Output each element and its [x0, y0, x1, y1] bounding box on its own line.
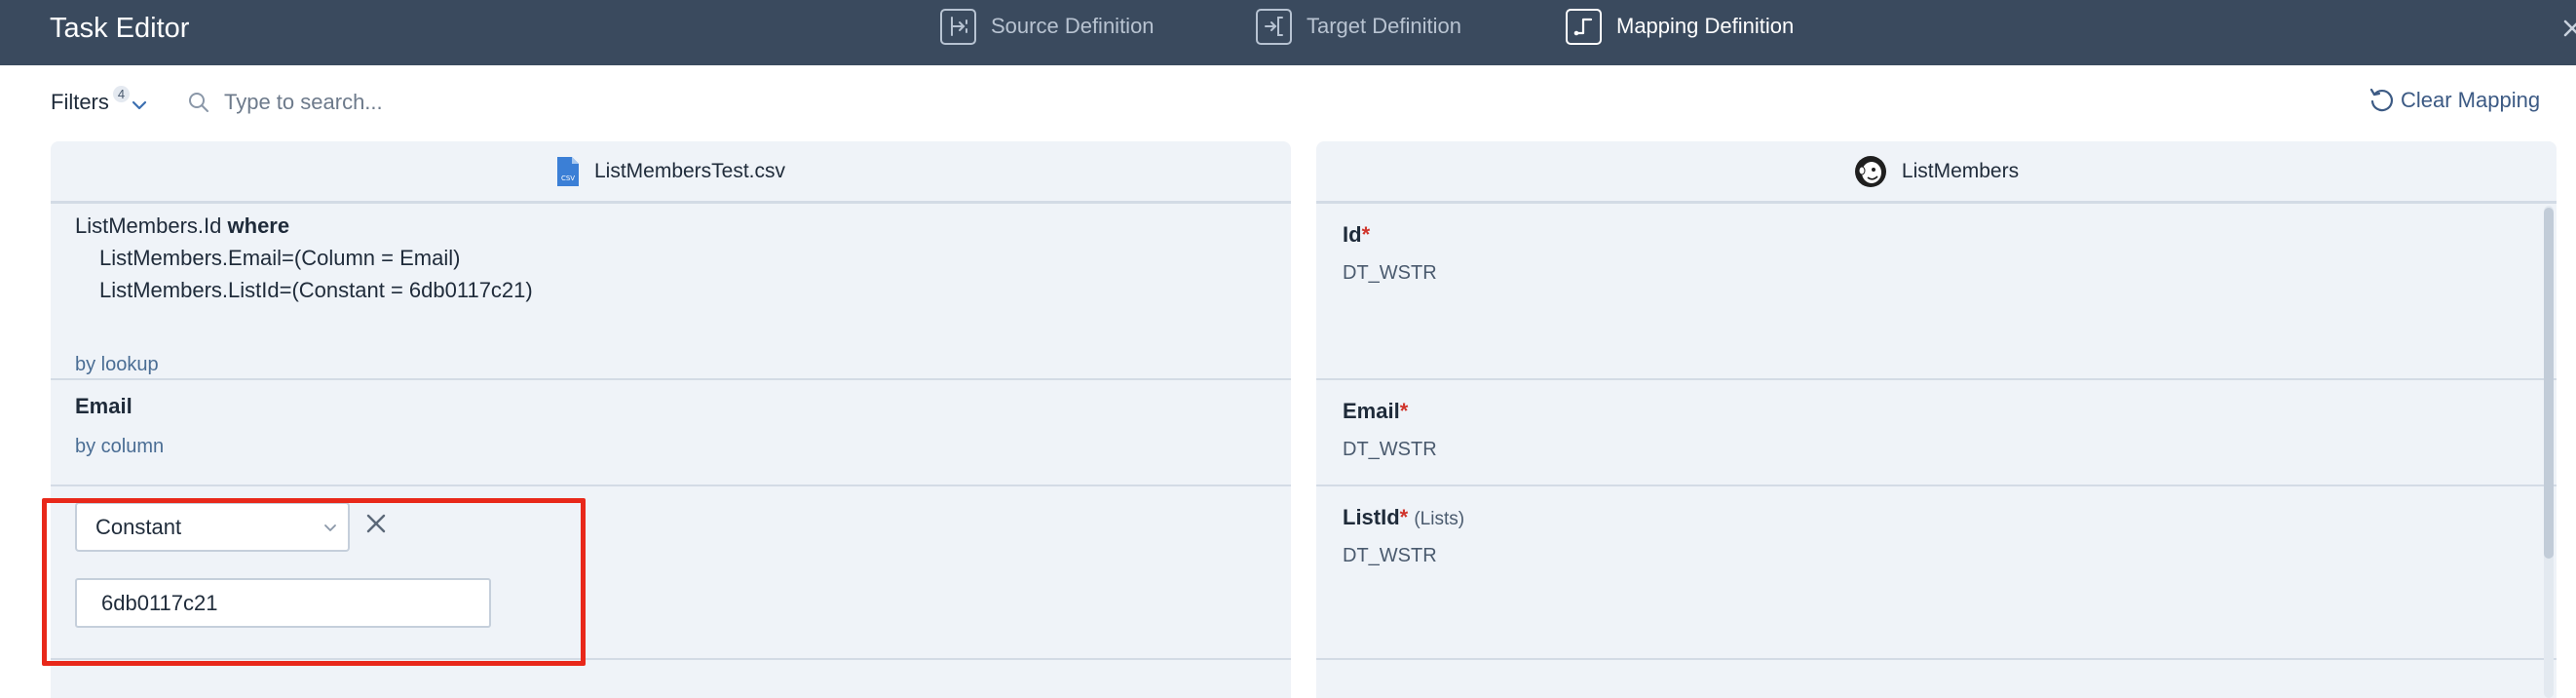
target-panel-scrollbar[interactable] — [2544, 206, 2554, 698]
search-input[interactable] — [224, 90, 750, 115]
target-field-listid[interactable]: ListId* (Lists) DT_WSTR — [1316, 486, 2557, 660]
close-icon[interactable] — [364, 512, 388, 535]
mapping-row-id[interactable]: ListMembers.Id where ListMembers.Email=(… — [51, 204, 1291, 380]
target-definition-icon — [1256, 8, 1292, 45]
filters-label: Filters — [51, 90, 109, 114]
tab-source-definition[interactable]: Source Definition — [940, 7, 1155, 46]
app-header: Task Editor Source Definition Target Def… — [0, 0, 2576, 65]
target-field-id[interactable]: Id* DT_WSTR — [1316, 204, 2557, 380]
constant-value-input[interactable] — [75, 578, 491, 628]
clear-mapping-button[interactable]: Clear Mapping — [2368, 87, 2540, 114]
clear-mapping-label: Clear Mapping — [2401, 88, 2541, 112]
csv-file-icon-text: CSV — [561, 174, 575, 182]
mapping-mode-lookup: by lookup — [75, 354, 159, 375]
lookup-condition-2: ListMembers.ListId=(Constant = 6db0117c2… — [99, 278, 533, 302]
mailchimp-logo-icon — [1854, 155, 1886, 187]
mapping-type-select[interactable]: Constant — [75, 502, 350, 552]
search-icon — [189, 93, 208, 112]
target-panel: ListMembers Id* DT_WSTR Email* DT_WSTR L… — [1316, 141, 2557, 698]
target-field-label: ListId — [1343, 505, 1400, 529]
target-field-email[interactable]: Email* DT_WSTR — [1316, 380, 2557, 486]
tab-target-definition-label: Target Definition — [1307, 14, 1461, 38]
mapping-definition-icon — [1566, 8, 1602, 45]
tab-target-definition[interactable]: Target Definition — [1256, 7, 1461, 46]
target-field-type: DT_WSTR — [1343, 262, 1437, 284]
chevron-down-icon — [133, 100, 147, 110]
lookup-condition-1: ListMembers.Email=(Column = Email) — [99, 246, 461, 270]
chevron-down-icon — [324, 524, 336, 531]
lookup-expression: ListMembers.Id where ListMembers.Email=(… — [75, 210, 533, 306]
app-title: Task Editor — [50, 13, 190, 44]
tab-mapping-definition[interactable]: Mapping Definition — [1566, 7, 1794, 46]
source-definition-icon — [940, 8, 976, 45]
source-panel: CSV ListMembersTest.csv ListMembers.Id w… — [51, 141, 1291, 698]
source-panel-header: CSV ListMembersTest.csv — [51, 141, 1291, 204]
target-field-type: DT_WSTR — [1343, 545, 1437, 566]
target-field-name: Id* — [1343, 218, 1370, 251]
tab-source-definition-label: Source Definition — [991, 14, 1155, 38]
reset-icon — [2369, 88, 2394, 112]
required-asterisk: * — [1399, 399, 1409, 423]
target-field-name: Email* — [1343, 395, 1408, 427]
required-asterisk: * — [1361, 222, 1371, 247]
target-panel-header: ListMembers — [1316, 141, 2557, 204]
lookup-field-line: ListMembers.Id where — [75, 210, 533, 242]
source-column-email: Email — [75, 394, 133, 418]
mapping-row-listid: Constant — [51, 486, 1291, 660]
filters-button[interactable]: Filters 4 — [51, 86, 148, 116]
target-field-note: (Lists) — [1414, 509, 1465, 529]
source-panel-title: ListMembersTest.csv — [593, 159, 786, 182]
tab-mapping-definition-label: Mapping Definition — [1616, 14, 1795, 38]
target-field-label: Id — [1343, 222, 1362, 247]
filters-count-badge: 4 — [112, 86, 131, 102]
lookup-field: ListMembers.Id — [75, 213, 222, 238]
mapping-type-value: Constant — [95, 514, 182, 539]
search-bar — [187, 88, 772, 117]
target-panel-title: ListMembers — [1901, 159, 2020, 182]
target-field-name: ListId* (Lists) — [1343, 501, 1464, 535]
close-icon[interactable] — [2562, 14, 2576, 43]
target-field-label: Email — [1343, 399, 1400, 423]
mapping-row-email[interactable]: Email by column — [51, 380, 1291, 486]
required-asterisk: * — [1399, 505, 1409, 529]
lookup-keyword: where — [227, 213, 290, 238]
target-field-type: DT_WSTR — [1343, 439, 1437, 460]
mapping-mode-column: by column — [75, 436, 165, 457]
scrollbar-thumb[interactable] — [2544, 208, 2554, 559]
csv-file-icon: CSV — [556, 156, 579, 186]
